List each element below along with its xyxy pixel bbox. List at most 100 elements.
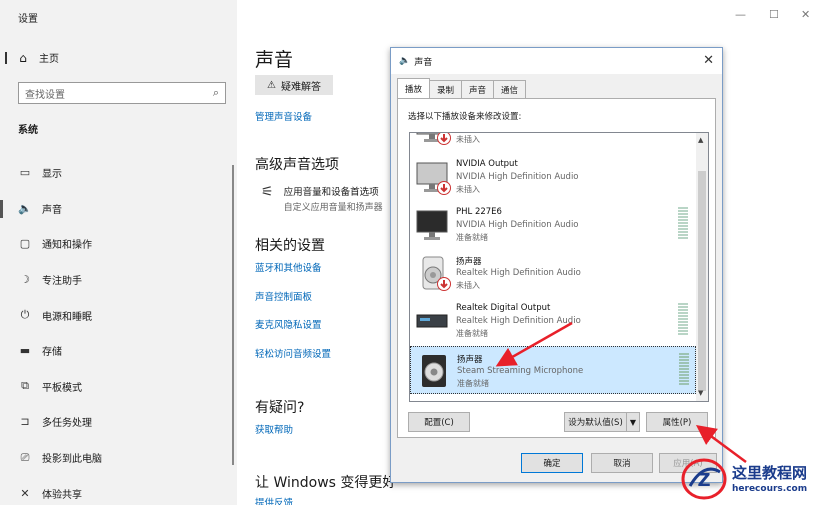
- search-input[interactable]: 查找设置 ⌕: [18, 82, 226, 104]
- sidebar-item-label: 平板模式: [42, 382, 82, 394]
- sidebar-item-label: 存储: [42, 347, 62, 359]
- search-placeholder: 查找设置: [25, 89, 65, 101]
- bluetooth-link[interactable]: 蓝牙和其他设备: [255, 260, 322, 274]
- scroll-down-icon[interactable]: ▼: [698, 389, 703, 397]
- configure-button[interactable]: 配置(C): [408, 412, 470, 432]
- device-name: PHL 227E6: [456, 207, 502, 217]
- monitor-dark-icon: [415, 207, 451, 243]
- device-status: 未插入: [456, 281, 480, 290]
- related-section-title: 相关的设置: [255, 238, 325, 254]
- device-status: 未插入: [456, 135, 480, 144]
- close-window-button[interactable]: ✕: [801, 8, 810, 21]
- device-driver: NVIDIA High Definition Audio: [456, 220, 579, 230]
- device-item[interactable]: NVIDIA High Definition Audio未插入: [410, 133, 696, 151]
- sidebar-item-2[interactable]: ▢ 通知和操作: [0, 226, 237, 262]
- maximize-button[interactable]: ☐: [769, 8, 779, 21]
- sidebar-item-5[interactable]: ▬ 存储: [0, 333, 237, 369]
- sound-control-panel-link[interactable]: 声音控制面板: [255, 289, 312, 303]
- sidebar-item-4[interactable]: ⏻ 电源和睡眠: [0, 297, 237, 333]
- device-list-scrollbar[interactable]: ▲ ▼: [696, 133, 708, 401]
- get-help-link[interactable]: 获取帮助: [255, 422, 293, 436]
- device-name: NVIDIA Output: [456, 159, 518, 169]
- dialog-title: 声音: [414, 57, 433, 68]
- sidebar-item-9[interactable]: ✕ 体验共享: [0, 475, 237, 505]
- speaker-box-icon: [416, 353, 452, 389]
- feedback-section-title: 让 Windows 变得更好: [255, 475, 397, 491]
- sidebar-item-6[interactable]: ⧉ 平板模式: [0, 369, 237, 405]
- set-default-button[interactable]: 设为默认值(S): [564, 412, 627, 432]
- sidebar-item-0[interactable]: ▭ 显示: [0, 155, 237, 191]
- watermark-en: herecours.com: [732, 484, 808, 494]
- chevron-down-icon[interactable]: ▼: [626, 412, 640, 432]
- tab-1[interactable]: 录制: [429, 80, 463, 98]
- ease-of-access-audio-link[interactable]: 轻松访问音频设置: [255, 346, 331, 360]
- home-nav-item[interactable]: ⌂ 主页: [16, 50, 59, 66]
- scroll-thumb[interactable]: [698, 171, 706, 391]
- volume-level-meter: [679, 353, 689, 385]
- sidebar-item-8[interactable]: ⎚ 投影到此电脑: [0, 440, 237, 476]
- sidebar-item-label: 通知和操作: [42, 240, 92, 252]
- multitask-icon: ⊐: [20, 415, 30, 429]
- device-driver: Steam Streaming Microphone: [457, 366, 584, 376]
- device-name: Realtek Digital Output: [456, 303, 551, 313]
- share-icon: ✕: [20, 486, 30, 500]
- device-driver: Realtek High Definition Audio: [456, 268, 581, 278]
- app-volume-title: 应用音量和设备首选项: [283, 187, 379, 198]
- moon-icon: ☽: [20, 273, 30, 287]
- tab-3[interactable]: 通信: [493, 80, 527, 98]
- settings-scrollbar[interactable]: [232, 165, 234, 465]
- storage-icon: ▬: [19, 344, 31, 358]
- watermark-cn: 这里教程网: [732, 464, 808, 482]
- sidebar-nav: ▭ 显示 🔈 声音 ▢ 通知和操作 ☽ 专注助手 ⏻ 电源和睡眠 ▬ 存储 ⧉ 平板模式 ⊐ 多任务处理 ⎚ 投影…: [0, 155, 237, 505]
- tab-2[interactable]: 声音: [461, 80, 495, 98]
- scroll-up-icon[interactable]: ▲: [698, 136, 703, 144]
- search-icon: ⌕: [212, 86, 219, 99]
- sidebar-item-7[interactable]: ⊐ 多任务处理: [0, 404, 237, 440]
- device-name: 扬声器: [456, 257, 482, 267]
- minimize-button[interactable]: —: [735, 8, 746, 21]
- sound-dialog: 🔈 声音 ✕ 播放 录制 声音 通信 选择以下播放设备来修改设置: 扬声器 Steam …: [390, 47, 723, 483]
- question-section-title: 有疑问?: [255, 400, 305, 416]
- properties-button[interactable]: 属性(P): [646, 412, 708, 432]
- display-icon: ▭: [19, 166, 31, 180]
- sidebar-item-3[interactable]: ☽ 专注助手: [0, 262, 237, 298]
- device-item[interactable]: 扬声器 Realtek High Definition Audio 未插入: [410, 249, 696, 297]
- close-icon[interactable]: ✕: [703, 53, 714, 68]
- ok-button[interactable]: 确定: [521, 453, 583, 473]
- section-label: 系统: [18, 125, 38, 136]
- troubleshoot-label: 疑难解答: [280, 81, 321, 93]
- sidebar-item-1[interactable]: 🔈 声音: [0, 191, 237, 227]
- app-volume-desc: 自定义应用音量和扬声器: [283, 203, 383, 213]
- home-label: 主页: [39, 54, 59, 65]
- device-status: 准备就绪: [456, 329, 488, 338]
- instruction-text: 选择以下播放设备来修改设置:: [408, 112, 522, 122]
- device-list[interactable]: 扬声器 Steam Streaming Microphone 准备就绪 Realtek…: [409, 132, 709, 402]
- sidebar-item-label: 专注助手: [42, 276, 82, 288]
- tab-0[interactable]: 播放: [397, 78, 431, 98]
- speaker-icon: 🔈: [399, 56, 411, 66]
- sidebar-item-label: 显示: [42, 169, 62, 181]
- device-item[interactable]: Realtek Digital Output Realtek High Defin…: [410, 297, 696, 345]
- device-driver: Realtek High Definition Audio: [456, 316, 581, 326]
- power-icon: ⏻: [20, 308, 30, 322]
- device-item[interactable]: NVIDIA Output NVIDIA High Definition Audi…: [410, 153, 696, 201]
- cancel-button[interactable]: 取消: [591, 453, 653, 473]
- sidebar: 设置 ⌂ 主页 查找设置 ⌕ 系统 ▭ 显示 🔈 声音 ▢ 通知和操作 ☽ 专注助手 ⏻ 电源和睡…: [0, 0, 237, 505]
- dialog-tabs: 播放 录制 声音 通信: [397, 78, 527, 98]
- playback-panel: 选择以下播放设备来修改设置: 扬声器 Steam Streaming Microp…: [397, 98, 716, 438]
- app-volume-item[interactable]: ⚟ 应用音量和设备首选项 自定义应用音量和扬声器: [261, 184, 383, 213]
- manage-devices-link[interactable]: 管理声音设备: [255, 109, 312, 123]
- troubleshoot-button[interactable]: ⚠ 疑难解答: [255, 75, 333, 95]
- device-driver: NVIDIA High Definition Audio: [456, 172, 579, 182]
- device-item[interactable]: 扬声器 Steam Streaming Microphone 准备就绪: [410, 346, 696, 394]
- unplugged-icon: [437, 277, 451, 291]
- mic-privacy-link[interactable]: 麦克风隐私设置: [255, 317, 322, 331]
- feedback-link[interactable]: 提供反馈: [255, 495, 293, 505]
- unplugged-icon: [437, 181, 451, 195]
- device-item[interactable]: PHL 227E6 NVIDIA High Definition Audio 准备就…: [410, 201, 696, 249]
- sidebar-item-label: 电源和睡眠: [42, 311, 92, 323]
- volume-level-meter: [678, 303, 688, 335]
- sidebar-item-label: 多任务处理: [42, 418, 92, 430]
- home-icon: ⌂: [19, 50, 27, 65]
- page-title: 声音: [255, 49, 294, 71]
